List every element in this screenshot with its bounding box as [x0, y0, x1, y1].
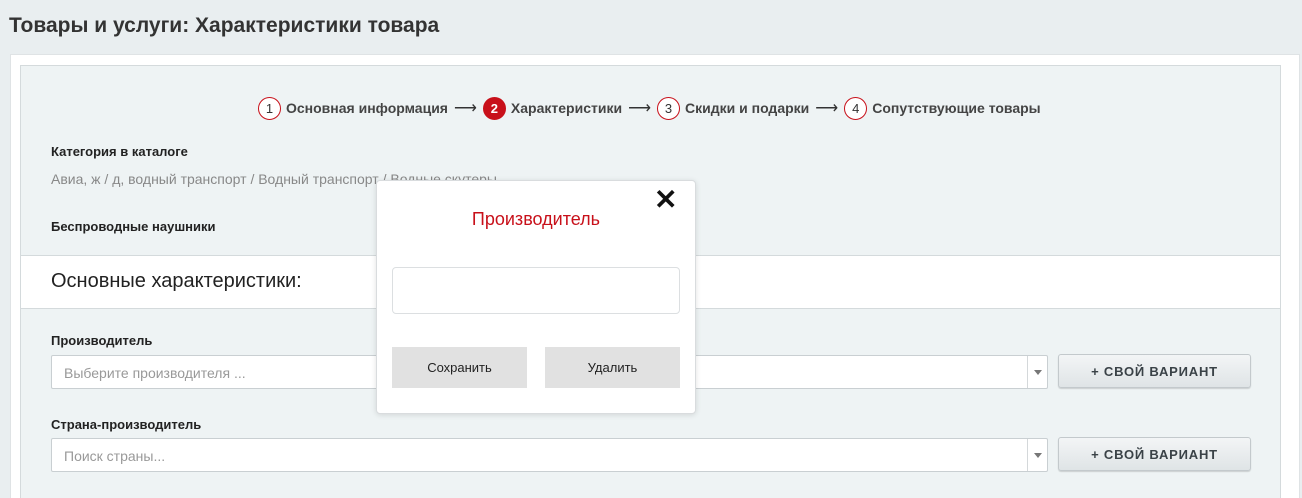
product-name: Беспроводные наушники	[51, 219, 216, 234]
arrow-right-icon: ⟶	[628, 100, 651, 117]
country-placeholder: Поиск страны...	[64, 448, 166, 464]
modal-title: Производитель	[471, 209, 601, 229]
step-1[interactable]: 1 Основная информация	[258, 96, 448, 120]
step-label: Характеристики	[510, 100, 623, 116]
step-4[interactable]: 4 Сопутствующие товары	[844, 96, 1041, 120]
caret-down-icon	[1033, 452, 1042, 458]
category-label: Категория в каталоге	[51, 144, 188, 159]
manufacturer-own-variant-button[interactable]: + СВОЙ ВАРИАНТ	[1058, 354, 1251, 388]
step-2[interactable]: 2 Характеристики	[482, 96, 623, 120]
step-label: Скидки и подарки	[685, 100, 810, 116]
manufacturer-placeholder: Выберите производителя ...	[64, 365, 246, 381]
dropdown-toggle[interactable]	[1027, 356, 1047, 388]
country-select[interactable]: Поиск страны...	[51, 438, 1048, 472]
save-button[interactable]: Сохранить	[392, 347, 527, 388]
manufacturer-label: Производитель	[51, 333, 153, 348]
arrow-right-icon: ⟶	[815, 100, 839, 117]
country-own-variant-button[interactable]: + СВОЙ ВАРИАНТ	[1058, 437, 1251, 471]
step-number: 3	[657, 96, 680, 120]
arrow-right-icon: ⟶	[453, 100, 477, 117]
manufacturer-name-input[interactable]	[392, 267, 680, 314]
step-3[interactable]: 3 Скидки и подарки	[657, 96, 810, 120]
step-label: Основная информация	[286, 100, 448, 116]
step-label: Сопутствующие товары	[872, 100, 1041, 116]
dropdown-toggle[interactable]	[1027, 439, 1047, 471]
step-number: 2	[482, 96, 506, 120]
delete-button[interactable]: Удалить	[545, 347, 680, 388]
step-number: 1	[258, 96, 281, 120]
country-label: Страна-производитель	[51, 417, 202, 432]
steps-nav: 1 Основная информация ⟶ 2 Характеристики…	[258, 96, 1041, 120]
caret-down-icon	[1033, 369, 1042, 375]
page-title: Товары и услуги: Характеристики товара	[9, 14, 440, 37]
step-number: 4	[844, 96, 868, 120]
section-title: Основные характеристики:	[51, 270, 302, 292]
